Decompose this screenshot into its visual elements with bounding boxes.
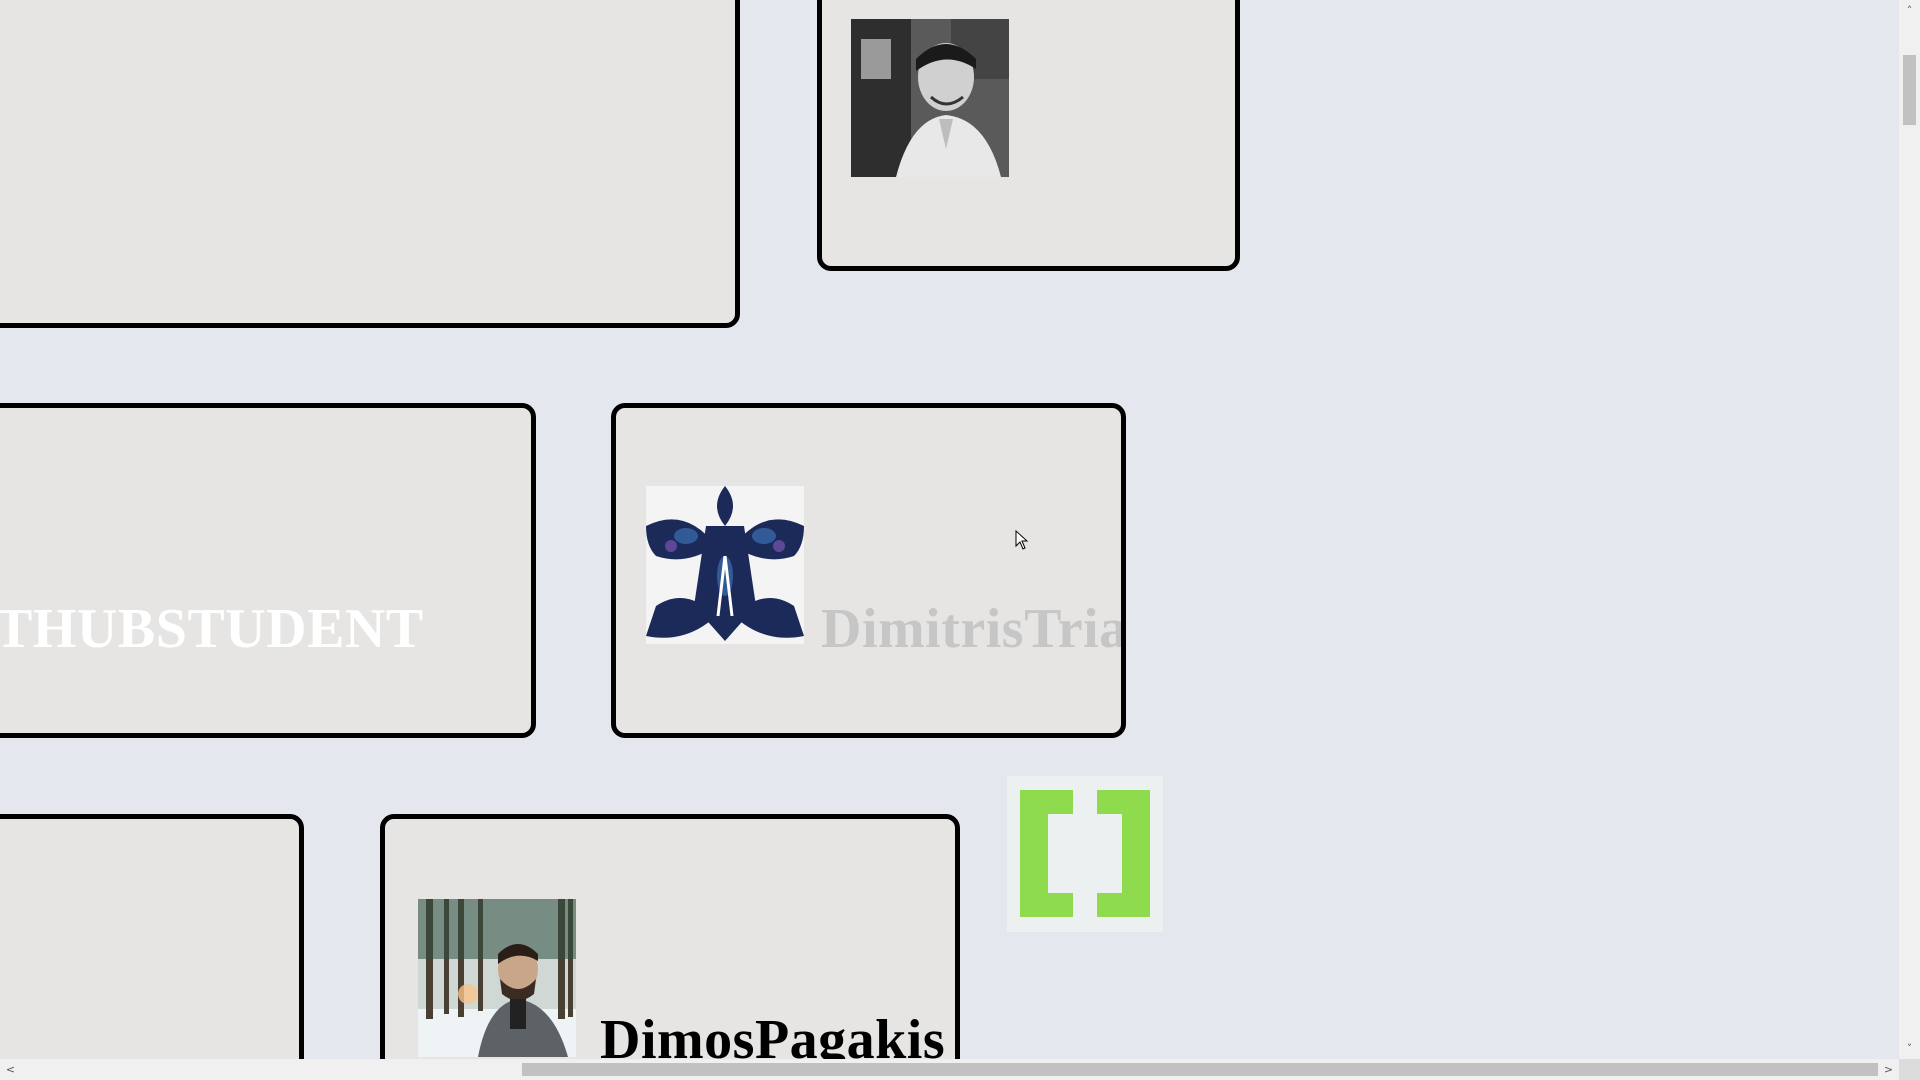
scrollbar-corner (1899, 1059, 1920, 1080)
profile-card[interactable]: THUBSTUDENT (0, 403, 536, 738)
brackets-logo-icon (1020, 790, 1150, 917)
profile-avatar (646, 486, 804, 644)
profile-name: DimitrisTria (821, 598, 1126, 660)
profile-grid-viewport: THUBSTUDENT DimitrisTria DimosPagakis (0, 0, 1899, 1059)
profile-avatar (418, 899, 576, 1057)
profile-name: DimosPagakis (600, 1009, 946, 1059)
profile-card[interactable] (0, 814, 304, 1059)
profile-card[interactable]: DimitrisTria (611, 403, 1126, 738)
scroll-down-button[interactable]: ˅ (1899, 1038, 1920, 1059)
profile-name: THUBSTUDENT (0, 598, 424, 660)
profile-avatar (851, 19, 1009, 177)
vertical-scroll-thumb[interactable] (1903, 55, 1916, 125)
horizontal-scroll-thumb[interactable] (522, 1063, 1878, 1076)
horizontal-scrollbar[interactable]: < > (0, 1059, 1899, 1080)
scroll-left-button[interactable]: < (0, 1059, 21, 1080)
profile-card[interactable] (0, 0, 740, 328)
profile-card[interactable] (817, 0, 1240, 271)
brackets-logo[interactable] (1007, 776, 1163, 932)
scroll-right-button[interactable]: > (1878, 1059, 1899, 1080)
vertical-scrollbar[interactable]: ˄ ˅ (1899, 0, 1920, 1059)
mouse-cursor-icon (1015, 530, 1029, 550)
profile-card[interactable]: DimosPagakis (380, 814, 960, 1059)
scroll-up-button[interactable]: ˄ (1899, 0, 1920, 21)
